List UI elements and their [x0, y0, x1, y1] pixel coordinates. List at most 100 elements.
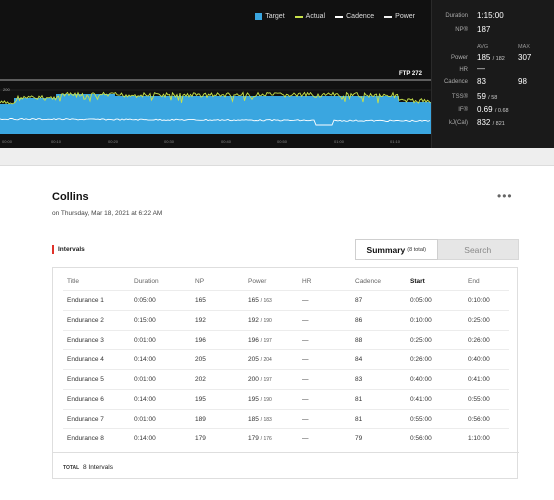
cell-end: 0:56:00 — [468, 416, 490, 423]
cell-hr-value: — — [302, 356, 309, 364]
column-header-start[interactable]: Start — [410, 278, 425, 285]
cell-end: 0:41:00 — [468, 376, 490, 383]
kj-actual: 832 — [477, 118, 491, 127]
cell-np-value: 196 — [195, 336, 206, 344]
cell-duration: 0:01:00 — [134, 376, 156, 383]
column-header-title[interactable]: Title — [67, 278, 79, 285]
cell-end-value: 0:40:00 — [468, 356, 490, 364]
legend-power-swatch — [384, 15, 393, 18]
cell-power-value: 205 — [248, 356, 259, 364]
x-tick-label: 01:00 — [334, 139, 345, 144]
cell-end: 0:10:00 — [468, 297, 490, 304]
total-label: TOTAL — [63, 465, 80, 471]
cell-power-value: 165 — [248, 297, 259, 304]
cell-np: 196 — [195, 337, 206, 344]
cell-start: 0:56:00 — [410, 435, 432, 442]
cell-cadence: 81 — [355, 416, 362, 423]
cell-cadence: 79 — [355, 435, 362, 442]
column-header-duration[interactable]: Duration — [134, 278, 159, 285]
kj-label: kJ(Cal) — [449, 120, 468, 126]
cell-np: 189 — [195, 416, 206, 423]
column-header-power[interactable]: Power — [248, 278, 266, 285]
cell-hr: — — [302, 337, 309, 344]
power-max: 307 — [518, 53, 532, 62]
cell-hr: — — [302, 416, 309, 423]
tss-label: TSS® — [451, 94, 468, 100]
intervals-heading: Intervals — [58, 246, 85, 253]
cell-title: Endurance 6 — [67, 396, 104, 403]
intervals-view-toggle: Summary (8 total) Search — [355, 239, 519, 260]
cell-cadence: 84 — [355, 356, 362, 363]
cell-duration-value: 0:15:00 — [134, 316, 156, 324]
summary-tab[interactable]: Summary (8 total) — [355, 239, 438, 260]
column-header-cadence[interactable]: Cadence — [355, 278, 381, 285]
cell-power: 179 / 176 — [248, 435, 272, 442]
cell-power-target: / 163 — [260, 298, 272, 304]
cell-power-target: / 183 — [260, 416, 272, 423]
legend-cadence-label: Cadence — [346, 13, 375, 20]
cell-cadence: 88 — [355, 337, 362, 344]
x-tick-label: 01:10 — [390, 139, 401, 144]
duration-value: 1:15:00 — [477, 11, 504, 20]
cell-duration-value: 0:01:00 — [134, 376, 156, 383]
table-row[interactable]: Endurance 7 0:01:00 189 185 / 183 — 81 0:55:00… — [63, 408, 509, 428]
cell-duration: 0:14:00 — [134, 435, 156, 442]
legend-target[interactable]: Target — [255, 13, 285, 20]
cell-duration: 0:01:00 — [134, 416, 156, 423]
legend-cadence[interactable]: Cadence — [335, 13, 374, 20]
cell-cadence-value: 81 — [355, 415, 363, 423]
cell-hr-value: — — [302, 376, 309, 383]
table-row[interactable]: Endurance 5 0:01:00 202 200 / 197 — 83 0:40:00… — [63, 369, 509, 388]
cell-title: Endurance 4 — [67, 356, 104, 363]
column-header-end[interactable]: End — [468, 278, 480, 285]
x-tick-label: 00:20 — [108, 139, 119, 144]
legend-actual[interactable]: Actual — [294, 13, 325, 20]
cell-title: Endurance 2 — [67, 317, 104, 324]
cell-cadence-value: 84 — [355, 356, 363, 364]
cadence-avg: 83 — [477, 77, 486, 86]
cell-np: 205 — [195, 356, 206, 363]
cell-end: 0:25:00 — [468, 317, 490, 324]
ride-stats-panel: Duration 1:15:00 NP® 187 AVG MAX Power 1… — [431, 0, 554, 148]
cell-np-value: 195 — [195, 395, 206, 403]
cell-power-target: / 190 — [260, 317, 272, 324]
cell-end: 0:40:00 — [468, 356, 490, 363]
table-row[interactable]: Endurance 3 0:01:00 196 196 / 197—88 0:25:00… — [63, 329, 509, 349]
cell-start-value: 0:26:00 — [410, 356, 432, 364]
cell-end-value: 1:10:00 — [468, 435, 490, 443]
cell-hr: — — [302, 396, 309, 403]
cell-title-value: Endurance 1 — [67, 297, 104, 304]
ride-panel: Target Actual Cadence Power FTP 272 200 … — [0, 0, 554, 148]
table-row[interactable]: Endurance 2 0:15:00 192 192 / 190—86 0:10:00… — [63, 309, 509, 329]
cell-title: Endurance 5 — [67, 376, 104, 383]
cell-start: 0:26:00 — [410, 356, 432, 363]
panel-divider-bar — [0, 148, 554, 166]
cell-cadence: 81 — [355, 396, 362, 403]
table-row[interactable]: Endurance 6 0:14:00 195 195 / 190—81 0:41:00… — [63, 388, 509, 408]
cell-start-value: 0:10:00 — [410, 316, 432, 324]
cell-np-value: 202 — [195, 376, 206, 383]
cell-start-value: 0:25:00 — [410, 336, 432, 344]
power-graph[interactable]: Target Actual Cadence Power FTP 272 200 … — [0, 0, 431, 148]
table-row[interactable]: Endurance 1 0:05:00 165 165 / 163—87 0:05:00… — [63, 290, 509, 309]
x-tick-label: 00:50 — [277, 139, 288, 144]
column-header-np[interactable]: NP — [195, 278, 204, 285]
search-tab[interactable]: Search — [437, 239, 519, 260]
table-row[interactable]: Endurance 4 0:14:00 205 205 / 204—84 0:26:00… — [63, 349, 509, 368]
cell-power-value: 195 — [248, 395, 259, 403]
cell-title-value: Endurance 2 — [67, 316, 104, 324]
cell-power: 192 / 190 — [248, 317, 272, 324]
table-row[interactable]: Endurance 8 0:14:00 179 179 / 176—79 0:56:00… — [63, 428, 509, 447]
cell-title: Endurance 3 — [67, 337, 104, 344]
cell-hr-value: — — [302, 415, 309, 423]
target-area — [0, 94, 431, 134]
legend-power[interactable]: Power — [384, 13, 415, 20]
cell-power-target: / 190 — [260, 396, 272, 403]
cell-hr: — — [302, 297, 309, 304]
kj-target: / 821 — [492, 121, 505, 127]
cell-power: 165 / 163 — [248, 297, 272, 304]
cell-hr: — — [302, 376, 309, 383]
more-options-button[interactable]: ••• — [497, 190, 513, 202]
workout-date: on Thursday, Mar 18, 2021 at 6:22 AM — [52, 210, 163, 217]
column-header-hr[interactable]: HR — [302, 278, 311, 285]
